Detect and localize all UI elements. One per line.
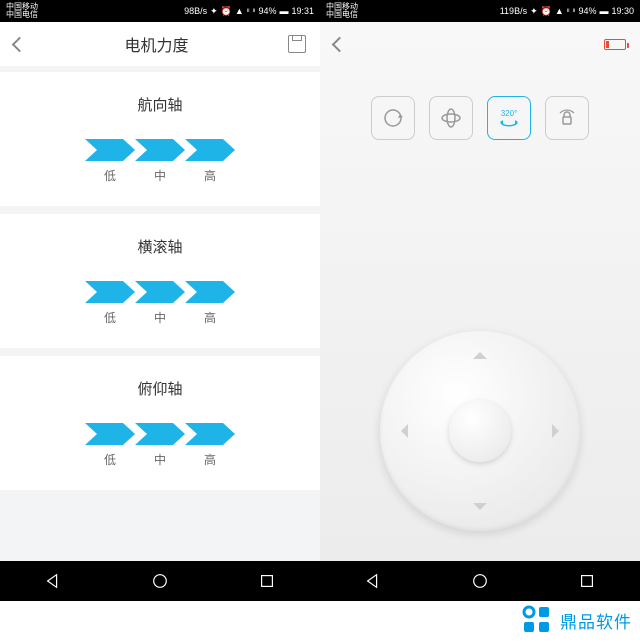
level-selector[interactable]: 低 中 高 (0, 281, 320, 326)
joystick-left-icon[interactable] (394, 424, 408, 438)
level-label: 高 (204, 167, 216, 184)
section-title: 俯仰轴 (0, 378, 320, 399)
bluetooth-icon: ✦ (210, 6, 218, 17)
level-high-icon[interactable] (185, 139, 235, 161)
nav-recent-button[interactable] (258, 572, 276, 590)
bluetooth-icon: ✦ (530, 6, 538, 17)
level-high-icon[interactable] (185, 423, 235, 445)
level-selector[interactable]: 低 中 高 (0, 423, 320, 468)
mode-rotate-button[interactable] (371, 96, 415, 140)
status-bar-right: 中国移动 中国电信 119B/s ✦ ⏰ ▲ ᶦᶦ ᶦᶦ 94% ▬ 19:30 (320, 0, 640, 22)
net-speed: 98B/s (184, 6, 207, 16)
section-yaw: 航向轴 低 中 高 (0, 72, 320, 206)
joystick[interactable] (380, 331, 580, 531)
level-label: 中 (154, 167, 166, 184)
right-screenshot: 中国移动 中国电信 119B/s ✦ ⏰ ▲ ᶦᶦ ᶦᶦ 94% ▬ 19:30 (320, 0, 640, 601)
level-label: 低 (104, 167, 116, 184)
level-low-icon[interactable] (85, 423, 135, 445)
mode-buttons: 320° (320, 96, 640, 140)
mode-320-button[interactable]: 320° (487, 96, 531, 140)
top-bar (320, 22, 640, 66)
level-low-icon[interactable] (85, 139, 135, 161)
signal-2-icon: ᶦᶦ (573, 6, 576, 16)
section-roll: 横滚轴 低 中 高 (0, 214, 320, 348)
app-bar: 电机力度 (0, 22, 320, 66)
nav-back-button[interactable] (364, 572, 382, 590)
level-label: 中 (154, 451, 166, 468)
save-button[interactable] (288, 35, 306, 53)
section-title: 横滚轴 (0, 236, 320, 257)
battery-icon: ▬ (599, 6, 608, 16)
level-label: 低 (104, 309, 116, 326)
clock: 19:31 (291, 6, 314, 16)
level-label: 中 (154, 309, 166, 326)
level-label: 低 (104, 451, 116, 468)
level-mid-icon[interactable] (135, 281, 185, 303)
back-button[interactable] (332, 36, 348, 52)
alarm-icon: ⏰ (221, 6, 232, 17)
signal-1-icon: ᶦᶦ (567, 6, 570, 16)
carrier-2: 中国电信 (6, 11, 38, 19)
nav-back-button[interactable] (44, 572, 62, 590)
joystick-knob[interactable] (449, 400, 511, 462)
wifi-icon: ▲ (235, 6, 244, 16)
nav-recent-button[interactable] (578, 572, 596, 590)
android-navbar (320, 561, 640, 601)
wifi-icon: ▲ (555, 6, 564, 16)
level-mid-icon[interactable] (135, 139, 185, 161)
clock: 19:30 (611, 6, 634, 16)
watermark: 鼎品软件 (520, 603, 632, 637)
section-pitch: 俯仰轴 低 中 高 (0, 356, 320, 490)
joystick-right-icon[interactable] (552, 424, 566, 438)
net-speed: 119B/s (500, 6, 527, 16)
settings-list: 航向轴 低 中 高 横滚轴 低 中 高 俯仰轴 低 中 (0, 66, 320, 561)
joystick-up-icon[interactable] (473, 345, 487, 359)
android-navbar (0, 561, 320, 601)
status-bar-left: 中国移动 中国电信 98B/s ✦ ⏰ ▲ ᶦᶦ ᶦᶦ 94% ▬ 19:31 (0, 0, 320, 22)
nav-home-button[interactable] (471, 572, 489, 590)
watermark-logo-icon (520, 603, 554, 637)
device-battery-low-icon (604, 39, 626, 50)
level-low-icon[interactable] (85, 281, 135, 303)
mode-lock-button[interactable] (545, 96, 589, 140)
joystick-down-icon[interactable] (473, 503, 487, 517)
battery-icon: ▬ (279, 6, 288, 16)
mode-spin3d-button[interactable] (429, 96, 473, 140)
alarm-icon: ⏰ (541, 6, 552, 17)
battery-pct: 94% (578, 6, 596, 16)
section-title: 航向轴 (0, 94, 320, 115)
level-label: 高 (204, 309, 216, 326)
carrier-2: 中国电信 (326, 11, 358, 19)
level-label: 高 (204, 451, 216, 468)
level-selector[interactable]: 低 中 高 (0, 139, 320, 184)
left-screenshot: 中国移动 中国电信 98B/s ✦ ⏰ ▲ ᶦᶦ ᶦᶦ 94% ▬ 19:31 … (0, 0, 320, 601)
svg-text:320°: 320° (501, 109, 518, 118)
signal-1-icon: ᶦᶦ (247, 6, 250, 16)
watermark-text: 鼎品软件 (560, 608, 632, 633)
signal-2-icon: ᶦᶦ (253, 6, 256, 16)
back-button[interactable] (12, 36, 28, 52)
battery-pct: 94% (258, 6, 276, 16)
level-mid-icon[interactable] (135, 423, 185, 445)
page-title: 电机力度 (124, 32, 188, 56)
level-high-icon[interactable] (185, 281, 235, 303)
nav-home-button[interactable] (151, 572, 169, 590)
